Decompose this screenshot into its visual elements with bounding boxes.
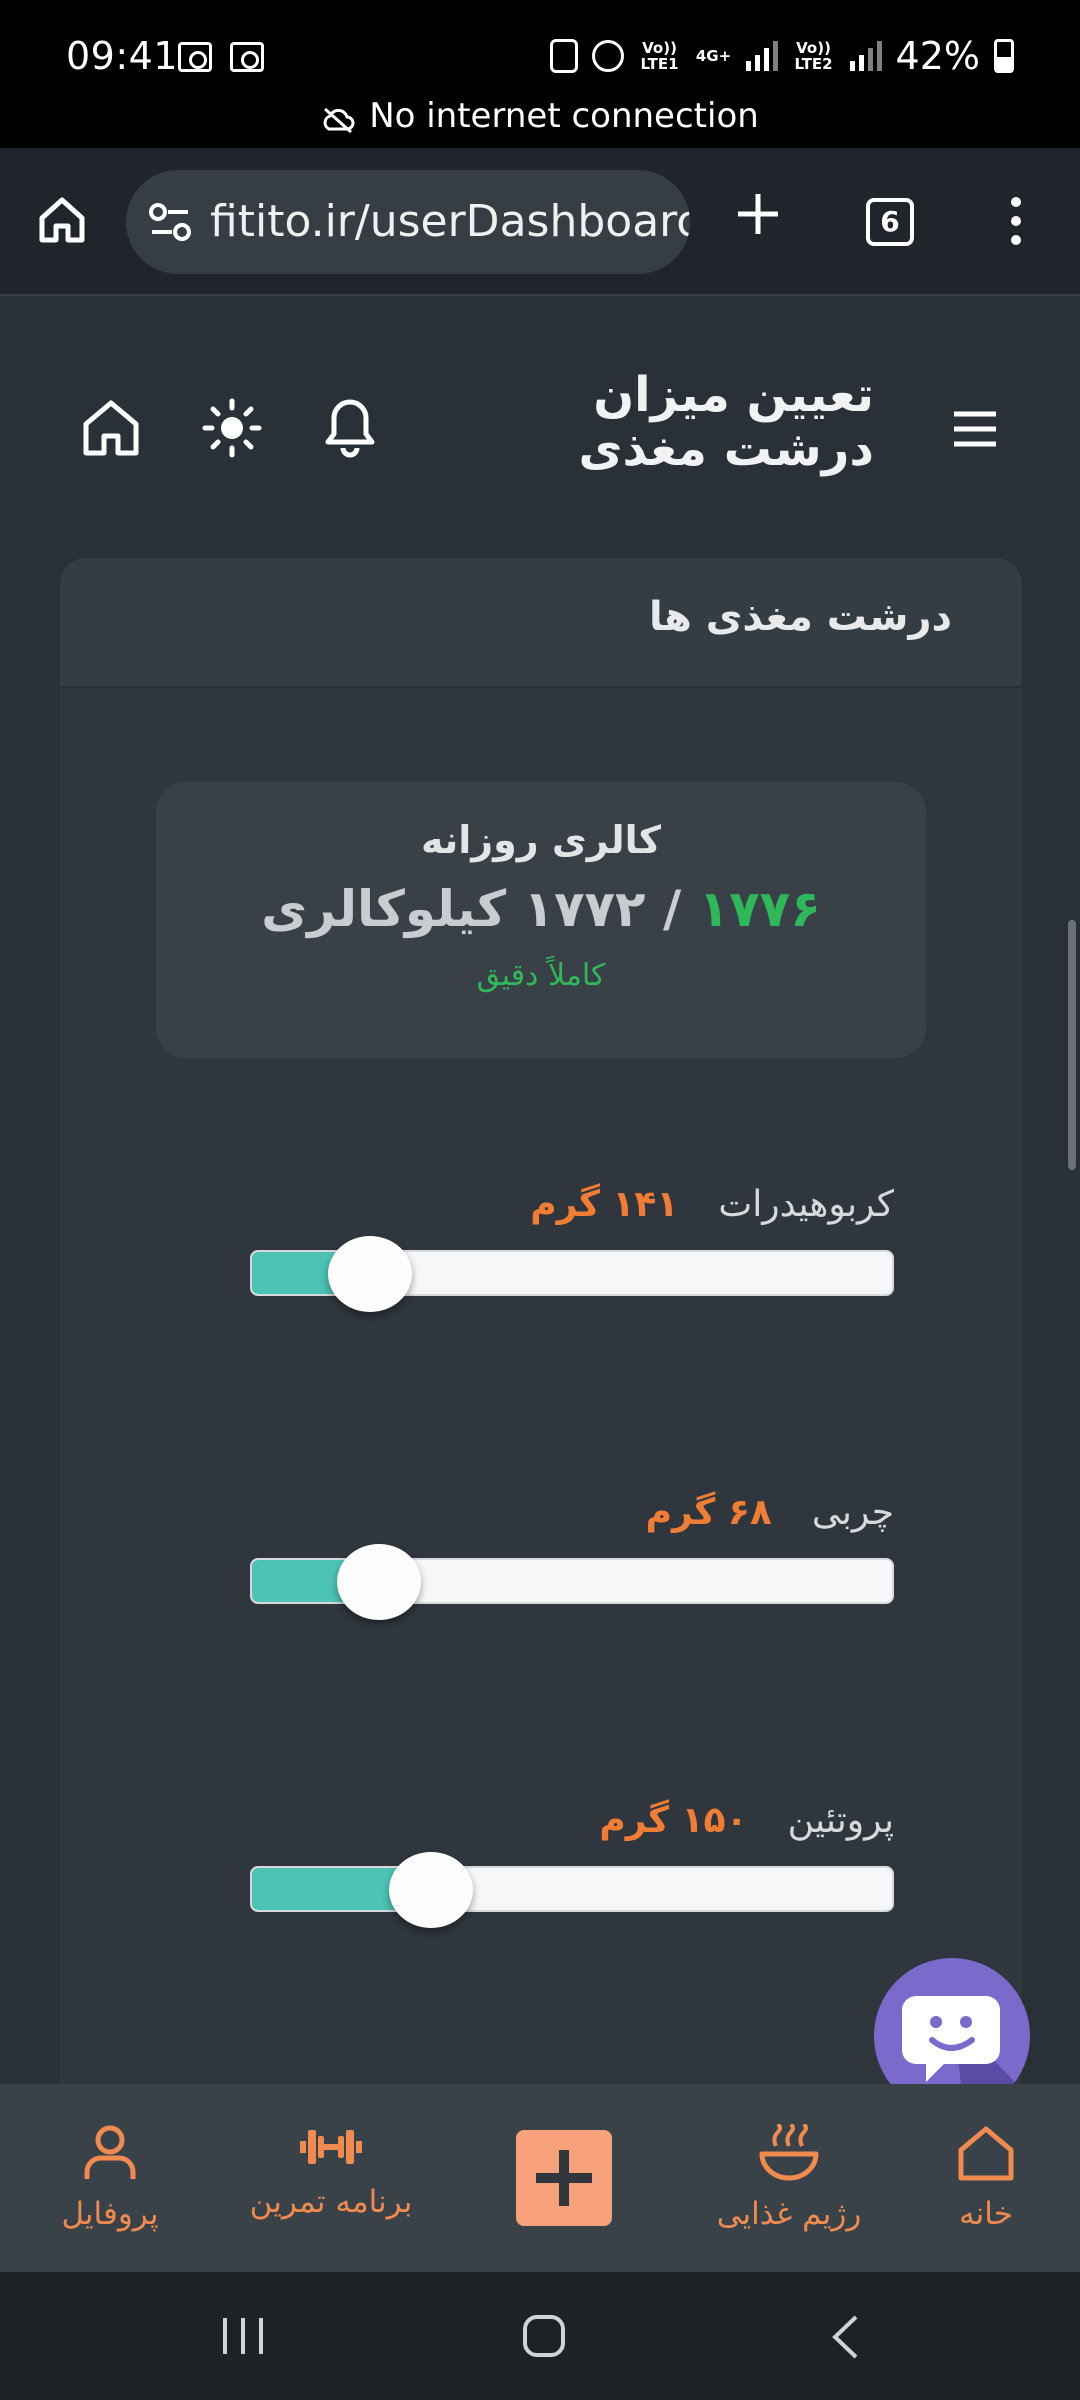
battery-percent: 42% [895,34,980,78]
browser-home-icon[interactable] [36,194,88,246]
nav-workout-label: برنامه تمرین [249,2184,413,2220]
hamburger-menu-icon[interactable] [952,410,998,448]
site-settings-icon[interactable] [148,200,192,244]
sim2-label: Vo)) LTE2 [794,39,833,73]
home-outline-icon [958,2126,1014,2181]
carbs-slider[interactable] [250,1236,894,1312]
status-time: 09:41 [66,34,179,78]
calorie-target: ۱۷۷۲ کیلوکالری [261,880,646,938]
macro-card: درشت مغذی ها کالری روزانه ۱۷۷۶ / ۱۷۷۲ کی… [60,558,1022,2158]
protein-slider-handle[interactable] [389,1852,473,1928]
nav-home-label: خانه [959,2196,1013,2232]
page-scrollbar[interactable] [1068,920,1076,1170]
home-nav-icon[interactable] [522,2314,566,2358]
screenshot-icon [178,42,212,72]
system-navigation-bar [0,2272,1080,2400]
cloud-off-icon [323,107,355,134]
protein-value: ۱۵۰ گرم [599,1800,748,1841]
calorie-current: ۱۷۷۶ [698,880,821,938]
network-type: 4G+ [695,47,732,65]
nav-home[interactable]: خانه [936,2124,1036,2232]
browser-toolbar: fitito.ir/userDashboarc 6 [0,148,1080,296]
carbs-label: کربوهیدرات [718,1184,894,1225]
fat-value: ۶۸ گرم [645,1492,772,1533]
dumbbell-icon [300,2130,362,2164]
new-tab-icon[interactable] [734,190,782,238]
fat-slider-handle[interactable] [337,1544,421,1620]
app-notification-icon [549,39,578,73]
back-icon[interactable] [830,2314,860,2360]
nav-workout[interactable]: برنامه تمرین [246,2124,416,2220]
alarm-icon [591,40,624,72]
carbs-value: ۱۴۱ گرم [530,1184,679,1225]
nav-diet[interactable]: رژیم غذایی [714,2122,864,2232]
theme-toggle-icon[interactable] [202,398,262,458]
nav-profile[interactable]: پروفایل [56,2124,164,2232]
bottom-navigation: خانه رژیم غذایی برنامه تمرین پروفایل [0,2084,1080,2272]
calorie-status: کاملاً دقیق [476,958,606,993]
tab-switcher-button[interactable]: 6 [866,198,914,246]
daily-calorie-box: کالری روزانه ۱۷۷۶ / ۱۷۷۲ کیلوکالری کاملا… [156,782,926,1058]
calorie-value: ۱۷۷۶ / ۱۷۷۲ کیلوکالری [156,880,926,938]
signal-2-icon [849,41,882,71]
calorie-separator: / [645,880,699,938]
browser-menu-icon[interactable] [1006,196,1026,246]
carbs-slider-handle[interactable] [328,1236,412,1312]
plus-icon [536,2150,592,2206]
home-icon[interactable] [80,398,142,458]
url-bar[interactable]: fitito.ir/userDashboarc [126,170,690,274]
screen-record-icon [230,42,264,72]
page-title: تعیین میزان درشت مغذی [578,367,874,477]
notification-bell-icon[interactable] [322,396,378,458]
bowl-icon [759,2122,819,2181]
user-icon [84,2125,136,2179]
recent-apps-icon[interactable] [220,2316,266,2356]
calorie-label: کالری روزانه [420,818,662,862]
card-title: درشت مغذی ها [649,594,952,640]
url-text[interactable]: fitito.ir/userDashboarc [210,196,690,247]
signal-1-icon [745,41,778,71]
fat-slider[interactable] [250,1544,894,1620]
add-button[interactable] [516,2130,612,2226]
fat-label: چربی [811,1492,894,1533]
battery-icon [994,39,1014,73]
sim1-label: Vo)) LTE1 [640,39,679,73]
status-bar: 09:41 Vo)) LTE1 4G+ Vo)) LTE2 42% No int… [0,0,1080,148]
no-internet-text: No internet connection [369,96,759,136]
nav-profile-label: پروفایل [61,2196,159,2232]
app-header: تعیین میزان درشت مغذی [0,298,1080,556]
protein-label: پروتئین [787,1800,894,1841]
no-internet-banner: No internet connection [0,96,1080,136]
protein-slider[interactable] [250,1852,894,1928]
nav-diet-label: رژیم غذایی [716,2196,862,2232]
